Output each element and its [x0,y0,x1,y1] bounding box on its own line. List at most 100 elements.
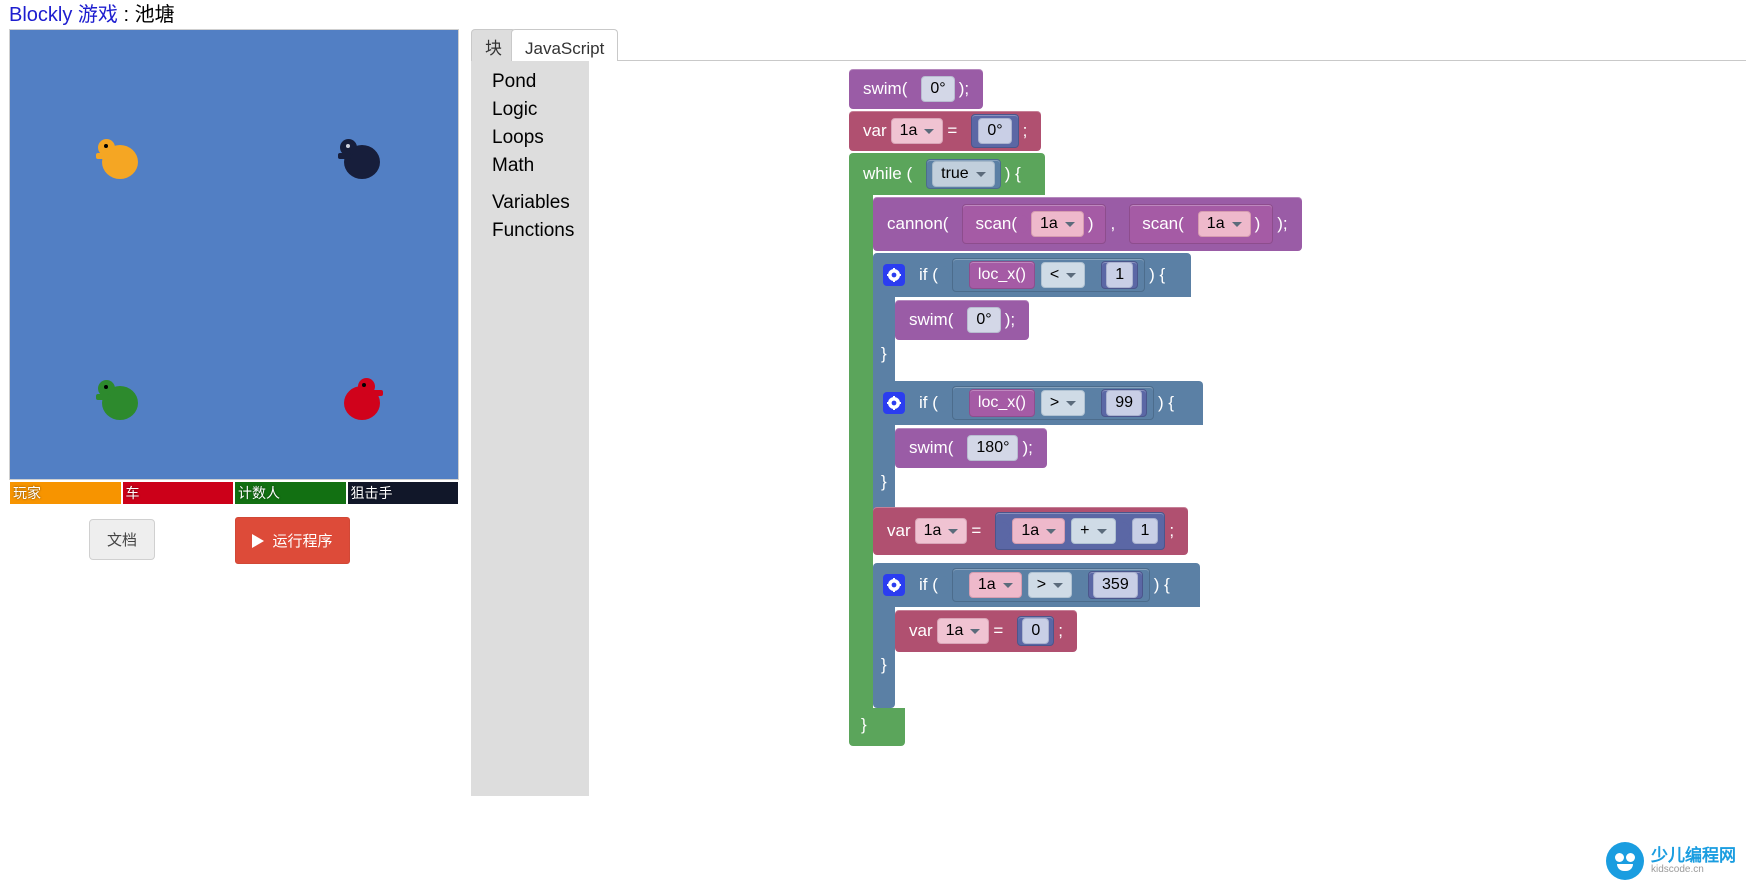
close-brace-text: } [861,715,867,734]
brand-link[interactable]: Blockly 游戏 [9,4,118,26]
chevron-down-icon [1066,400,1077,406]
var-name-dropdown[interactable]: 1a [936,618,990,644]
scan-block-2[interactable]: scan( 1a ) [1129,204,1274,244]
block-cannon[interactable]: cannon( scan( 1a ) , scan(1a)); [873,197,1302,251]
number-block-2[interactable]: 99 [1101,389,1148,417]
compare-var-dropdown[interactable]: 1a [968,572,1022,598]
block-while-loop[interactable]: while ( true ) { [849,153,1045,195]
scan-close: ) [1087,214,1094,233]
block-swim-if2[interactable]: swim( 180° ); [895,428,1047,468]
compare-block-1[interactable]: loc_x() < 1 [951,258,1146,292]
var-name-dropdown[interactable]: 1a [914,518,968,544]
loc-x-block-2[interactable]: loc_x() [968,389,1035,417]
number-block-3[interactable]: 359 [1088,571,1143,599]
if-open-brace: ) { [1153,575,1170,594]
block-if-2[interactable]: if ( loc_x() > 99) { [873,381,1203,425]
close-brace-text: } [881,344,887,363]
gear-icon[interactable] [883,574,905,596]
compare-block-2[interactable]: loc_x() > 99 [951,386,1155,420]
block-var-increment[interactable]: var 1a = 1a + 1 ; [873,507,1189,555]
terminator: ; [1169,521,1175,540]
page-title: Blockly 游戏 : 池塘 [9,0,175,30]
block-var-init[interactable]: var 1a = 0° ; [849,111,1042,151]
block-var-reset[interactable]: var 1a = 0 ; [895,610,1077,652]
if-keyword: if ( [919,575,938,594]
scan-close: ) [1254,214,1261,233]
operator-label: + [1080,522,1090,539]
compare-var-label: 1a [977,576,996,593]
tab-javascript[interactable]: JavaScript [511,29,619,61]
if-1-close-brace: } [881,344,887,364]
number-block-reset[interactable]: 0 [1017,616,1055,646]
var-name-dropdown[interactable]: 1a [890,118,944,144]
block-if-1[interactable]: if ( loc_x() < 1) { [873,253,1191,297]
score-cell-sniper: 狙击手 [346,481,459,505]
swim-suffix: ); [1004,310,1016,329]
boolean-dropdown[interactable]: true [932,161,995,187]
while-condition-block[interactable]: true [926,159,1001,189]
comparison-operator-2[interactable]: > [1040,390,1086,416]
arithmetic-block[interactable]: 1a + 1 [995,512,1166,550]
swim-suffix: ); [1022,438,1033,457]
var-keyword: var [909,621,933,640]
chevron-down-icon [975,171,986,177]
tab-blocks[interactable]: 块 [471,29,516,61]
score-cell-counter: 计数人 [234,481,347,505]
tabbar: 块 JavaScript [471,29,1746,61]
gear-icon[interactable] [883,392,905,414]
tab-label: 块 [485,39,502,58]
operand-right-field[interactable]: 1 [1131,518,1159,544]
number-field-2[interactable]: 99 [1106,390,1143,416]
equals-sign: = [971,521,982,540]
duck-rook [338,139,384,183]
score-cell-rook: 车 [121,481,234,505]
block-text-suffix: ); [958,79,970,98]
number-block-1[interactable]: 1 [1101,261,1139,289]
blocks-canvas[interactable]: swim( 0° ); var 1a = 0° ; while (true)… [471,61,1746,796]
duck-sniper [340,378,384,424]
scan-var-dropdown-1[interactable]: 1a [1031,211,1084,237]
var-name-label: 1a [923,522,942,539]
block-if-3[interactable]: if ( 1a > 359) { [873,563,1200,607]
blockly-workspace[interactable]: Pond Logic Loops Math Variables Function… [471,61,1746,796]
loc-x-block-1[interactable]: loc_x() [968,261,1035,289]
operand-left-dropdown[interactable]: 1a [1012,518,1066,544]
comparison-operator-1[interactable]: < [1040,262,1086,288]
swim-angle-field[interactable]: 0° [921,76,955,102]
value-angle-block[interactable]: 0° [971,114,1019,148]
scan-var-dropdown-2[interactable]: 1a [1197,211,1251,237]
chevron-down-icon [1096,528,1107,534]
docs-button[interactable]: 文档 [89,519,156,560]
angle-field[interactable]: 0° [978,118,1012,144]
equals-sign: = [993,621,1004,640]
swim-angle-field[interactable]: 180° [967,435,1019,461]
level-name: 池塘 [134,4,175,26]
scan-var-label: 1a [1040,215,1058,232]
run-program-button[interactable]: 运行程序 [235,517,350,564]
if-open-brace: ) { [1149,265,1166,284]
pond-canvas[interactable] [9,29,459,480]
watermark-main-text: 少儿编程网 [1651,845,1736,865]
arithmetic-operator[interactable]: + [1071,518,1116,544]
chevron-down-icon [1046,528,1057,534]
cannon-keyword: cannon( [887,214,949,233]
terminator: ; [1022,121,1028,140]
compare-block-3[interactable]: 1a > 359 [951,568,1150,602]
var-keyword: var [863,121,887,140]
swim-keyword: swim( [909,310,954,329]
number-field-1[interactable]: 1 [1106,262,1134,288]
number-field-reset[interactable]: 0 [1022,618,1050,644]
run-button-label: 运行程序 [272,533,333,550]
tab-label: JavaScript [525,39,605,58]
operator-label: > [1036,576,1047,593]
comparison-operator-3[interactable]: > [1027,572,1073,598]
gear-icon[interactable] [883,264,905,286]
number-field-3[interactable]: 359 [1093,572,1138,598]
chevron-down-icon [1053,582,1064,588]
chevron-down-icon [1002,582,1013,588]
block-swim-top[interactable]: swim( 0° ); [849,69,984,109]
scan-block-1[interactable]: scan( 1a ) [962,204,1107,244]
cannon-suffix: ); [1277,214,1288,233]
block-swim-if1[interactable]: swim( 0° ); [895,300,1030,340]
swim-angle-field[interactable]: 0° [967,307,1001,333]
